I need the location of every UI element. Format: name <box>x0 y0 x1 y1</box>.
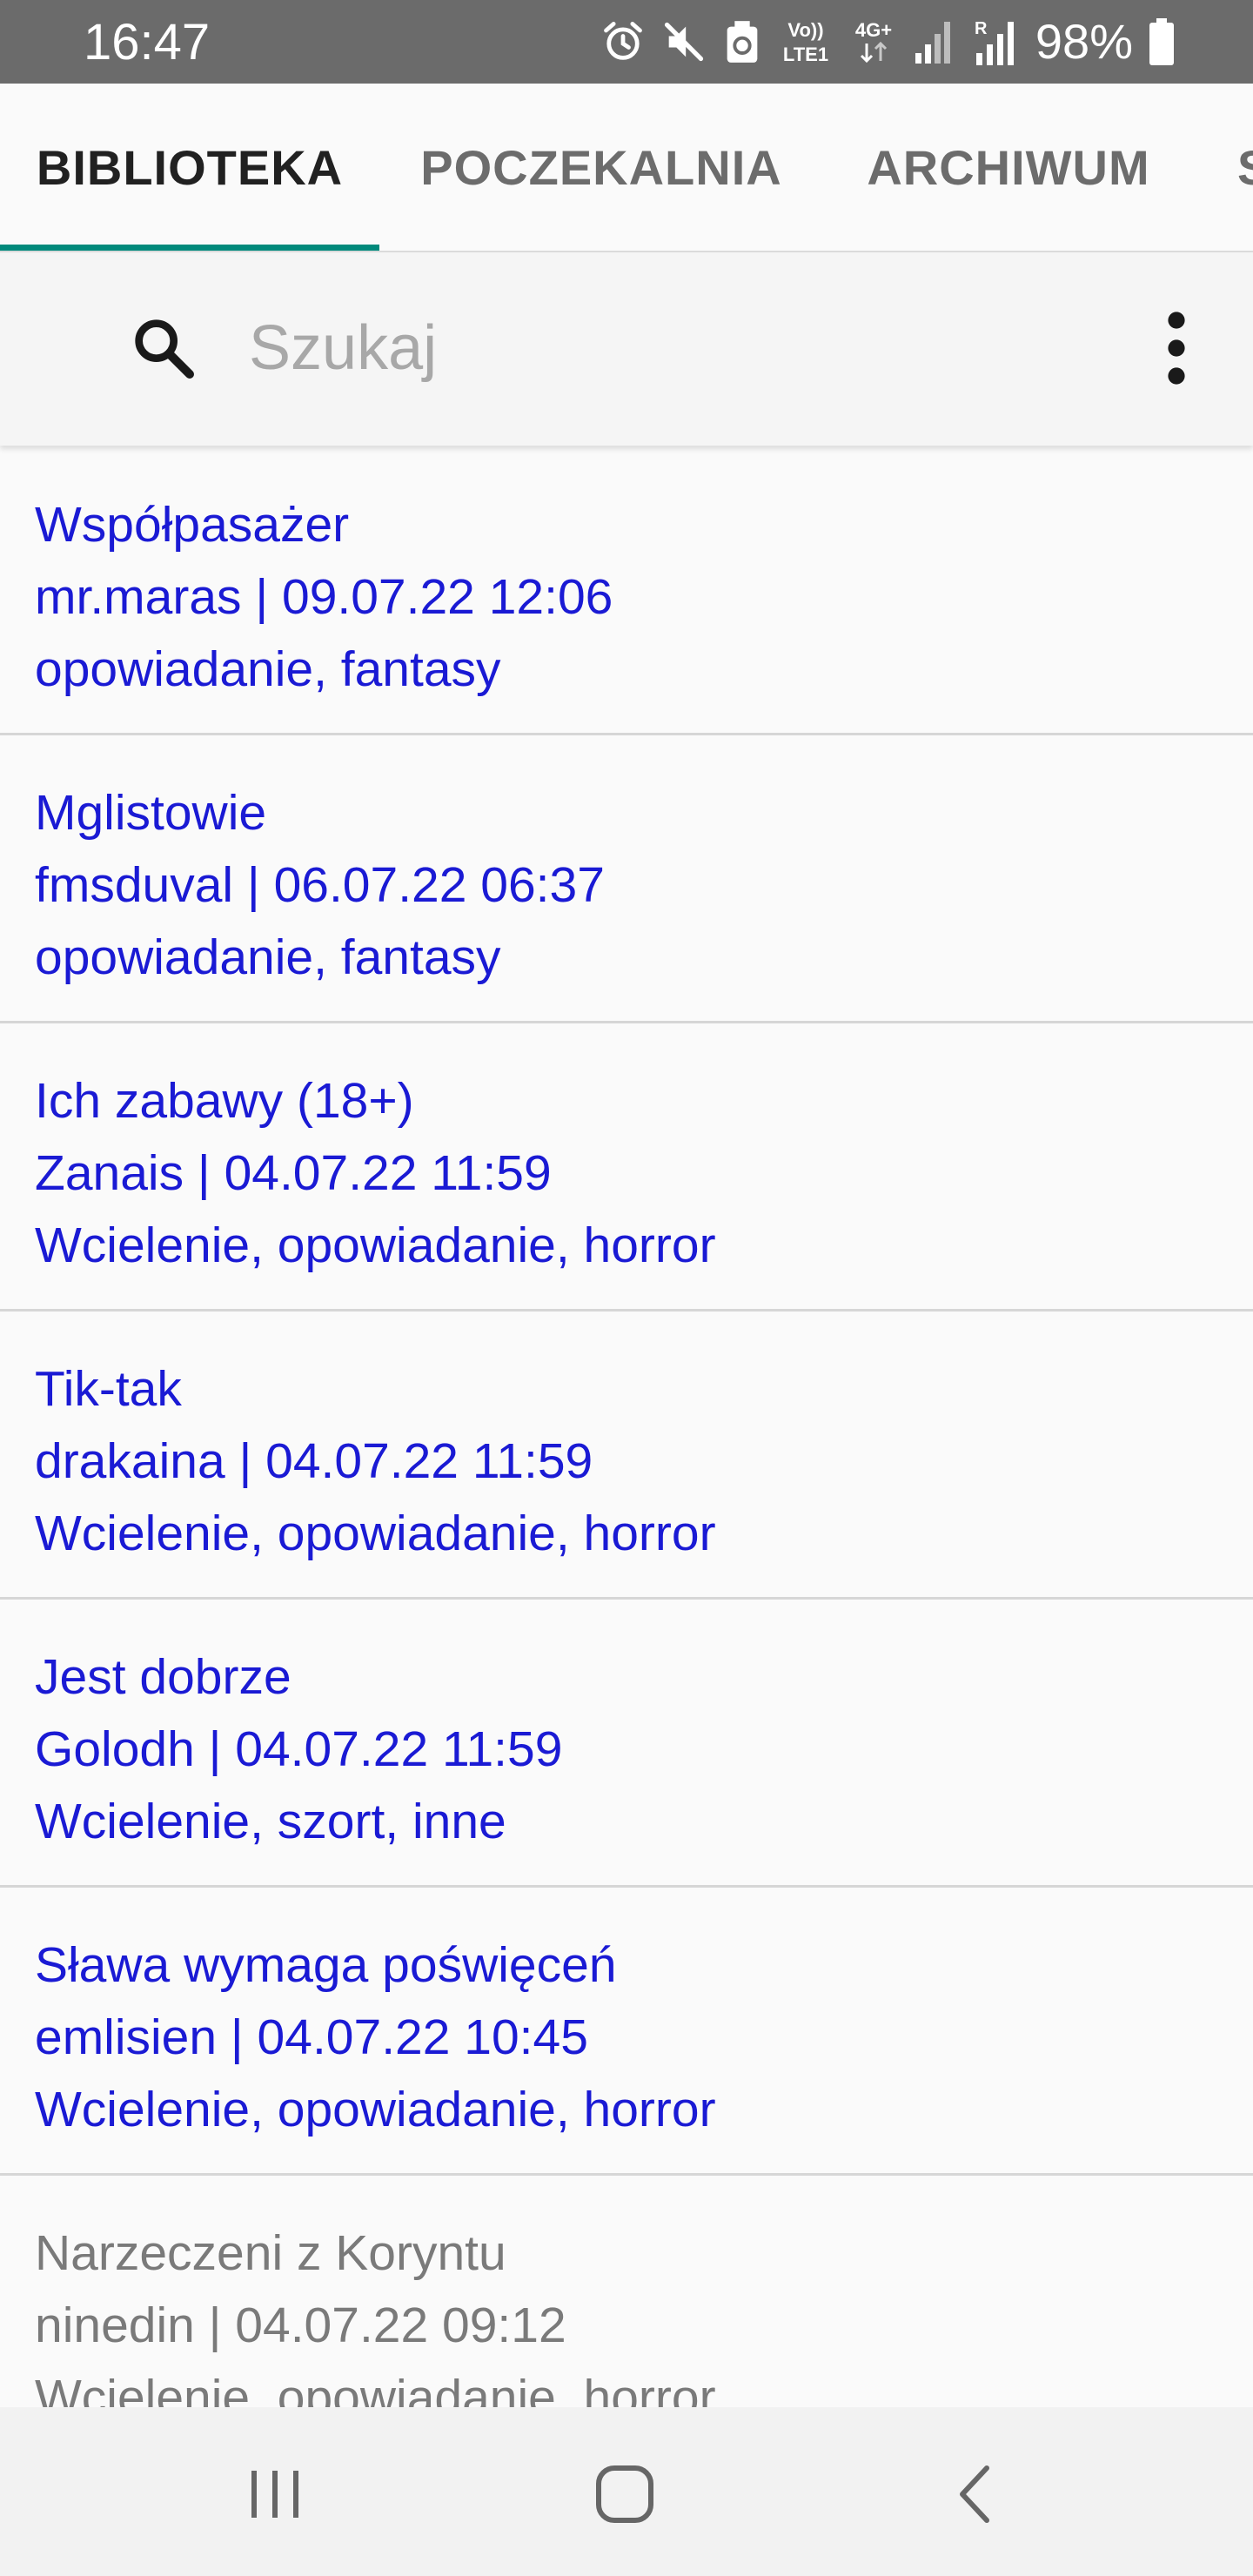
volte-lte-icon: Vo)) LTE1 <box>783 19 828 65</box>
back-button[interactable] <box>922 2442 1027 2546</box>
story-title: Tik-tak <box>35 1361 182 1417</box>
status-time: 16:47 <box>84 14 211 70</box>
story-title: Współpasażer <box>35 497 350 553</box>
tab-biblioteka[interactable]: BIBLIOTEKA <box>0 84 379 251</box>
recent-apps-icon <box>251 2471 298 2518</box>
app-screen: 16:47 Vo)) LTE1 4G+ R 98% BIBLIOTEKA POC… <box>0 0 1253 2576</box>
tab-partial[interactable]: S <box>1218 84 1253 251</box>
story-tags: Wcielenie, opowiadanie, horror <box>35 2370 716 2407</box>
active-tab-indicator <box>0 245 379 251</box>
tab-bar: BIBLIOTEKA POCZEKALNIA ARCHIWUM S <box>0 84 1253 252</box>
search-icon[interactable] <box>129 313 198 383</box>
roaming-signal-icon: R <box>975 19 1014 65</box>
tab-archiwum[interactable]: ARCHIWUM <box>823 84 1194 251</box>
story-list: Współpasażer mr.maras | 09.07.22 12:06 o… <box>0 447 1253 2407</box>
story-title: Ich zabawy (18+) <box>35 1073 414 1129</box>
story-author-date: fmsduval | 06.07.22 06:37 <box>35 857 605 913</box>
status-icons: Vo)) LTE1 4G+ R 98% <box>600 14 1175 70</box>
story-tags: Wcielenie, opowiadanie, horror <box>35 2082 716 2137</box>
recent-apps-button[interactable] <box>223 2442 327 2546</box>
story-title: Sława wymaga poświęceń <box>35 1937 617 1993</box>
volte-label-bottom: LTE1 <box>783 44 828 65</box>
story-list-item[interactable]: Ich zabawy (18+) Zanais | 04.07.22 11:59… <box>0 1023 1253 1311</box>
tab-poczekalnia[interactable]: POCZEKALNIA <box>379 84 823 251</box>
story-title: Jest dobrze <box>35 1649 291 1705</box>
roaming-label: R <box>975 19 988 38</box>
more-options-icon[interactable] <box>1152 310 1201 386</box>
volte-label-top: Vo)) <box>787 19 823 41</box>
story-tags: Wcielenie, szort, inne <box>35 1794 506 1849</box>
story-author-date: drakaina | 04.07.22 11:59 <box>35 1433 593 1489</box>
story-title: Mglistowie <box>35 785 267 841</box>
story-title: Narzeczeni z Koryntu <box>35 2225 506 2281</box>
story-author-date: Golodh | 04.07.22 11:59 <box>35 1721 563 1777</box>
story-list-item[interactable]: Sława wymaga poświęceń emlisien | 04.07.… <box>0 1888 1253 2176</box>
battery-icon <box>1149 18 1174 65</box>
alarm-icon <box>604 22 642 60</box>
signal-icon <box>915 22 950 64</box>
status-bar: 16:47 Vo)) LTE1 4G+ R 98% <box>0 0 1253 84</box>
home-button[interactable] <box>573 2442 677 2546</box>
mute-icon <box>664 22 704 62</box>
search-input[interactable] <box>249 303 1102 393</box>
4g-data-icon: 4G+ <box>855 19 892 64</box>
network-label: 4G+ <box>855 19 892 41</box>
story-tags: Wcielenie, opowiadanie, horror <box>35 1506 716 1561</box>
data-saver-icon <box>727 21 758 63</box>
story-list-item[interactable]: Współpasażer mr.maras | 09.07.22 12:06 o… <box>0 447 1253 735</box>
back-icon <box>960 2465 989 2523</box>
story-tags: opowiadanie, fantasy <box>35 641 501 697</box>
story-tags: Wcielenie, opowiadanie, horror <box>35 1218 716 1273</box>
battery-percentage: 98% <box>1035 14 1133 69</box>
story-list-item[interactable]: Tik-tak drakaina | 04.07.22 11:59 Wciele… <box>0 1311 1253 1600</box>
story-list-item[interactable]: Jest dobrze Golodh | 04.07.22 11:59 Wcie… <box>0 1600 1253 1888</box>
story-list-item[interactable]: Narzeczeni z Koryntu ninedin | 04.07.22 … <box>0 2176 1253 2407</box>
story-author-date: mr.maras | 09.07.22 12:06 <box>35 569 613 625</box>
story-author-date: emlisien | 04.07.22 10:45 <box>35 2009 588 2065</box>
home-icon <box>596 2465 653 2523</box>
story-author-date: Zanais | 04.07.22 11:59 <box>35 1145 552 1201</box>
story-list-item[interactable]: Mglistowie fmsduval | 06.07.22 06:37 opo… <box>0 735 1253 1023</box>
story-author-date: ninedin | 04.07.22 09:12 <box>35 2298 566 2353</box>
story-tags: opowiadanie, fantasy <box>35 929 501 985</box>
